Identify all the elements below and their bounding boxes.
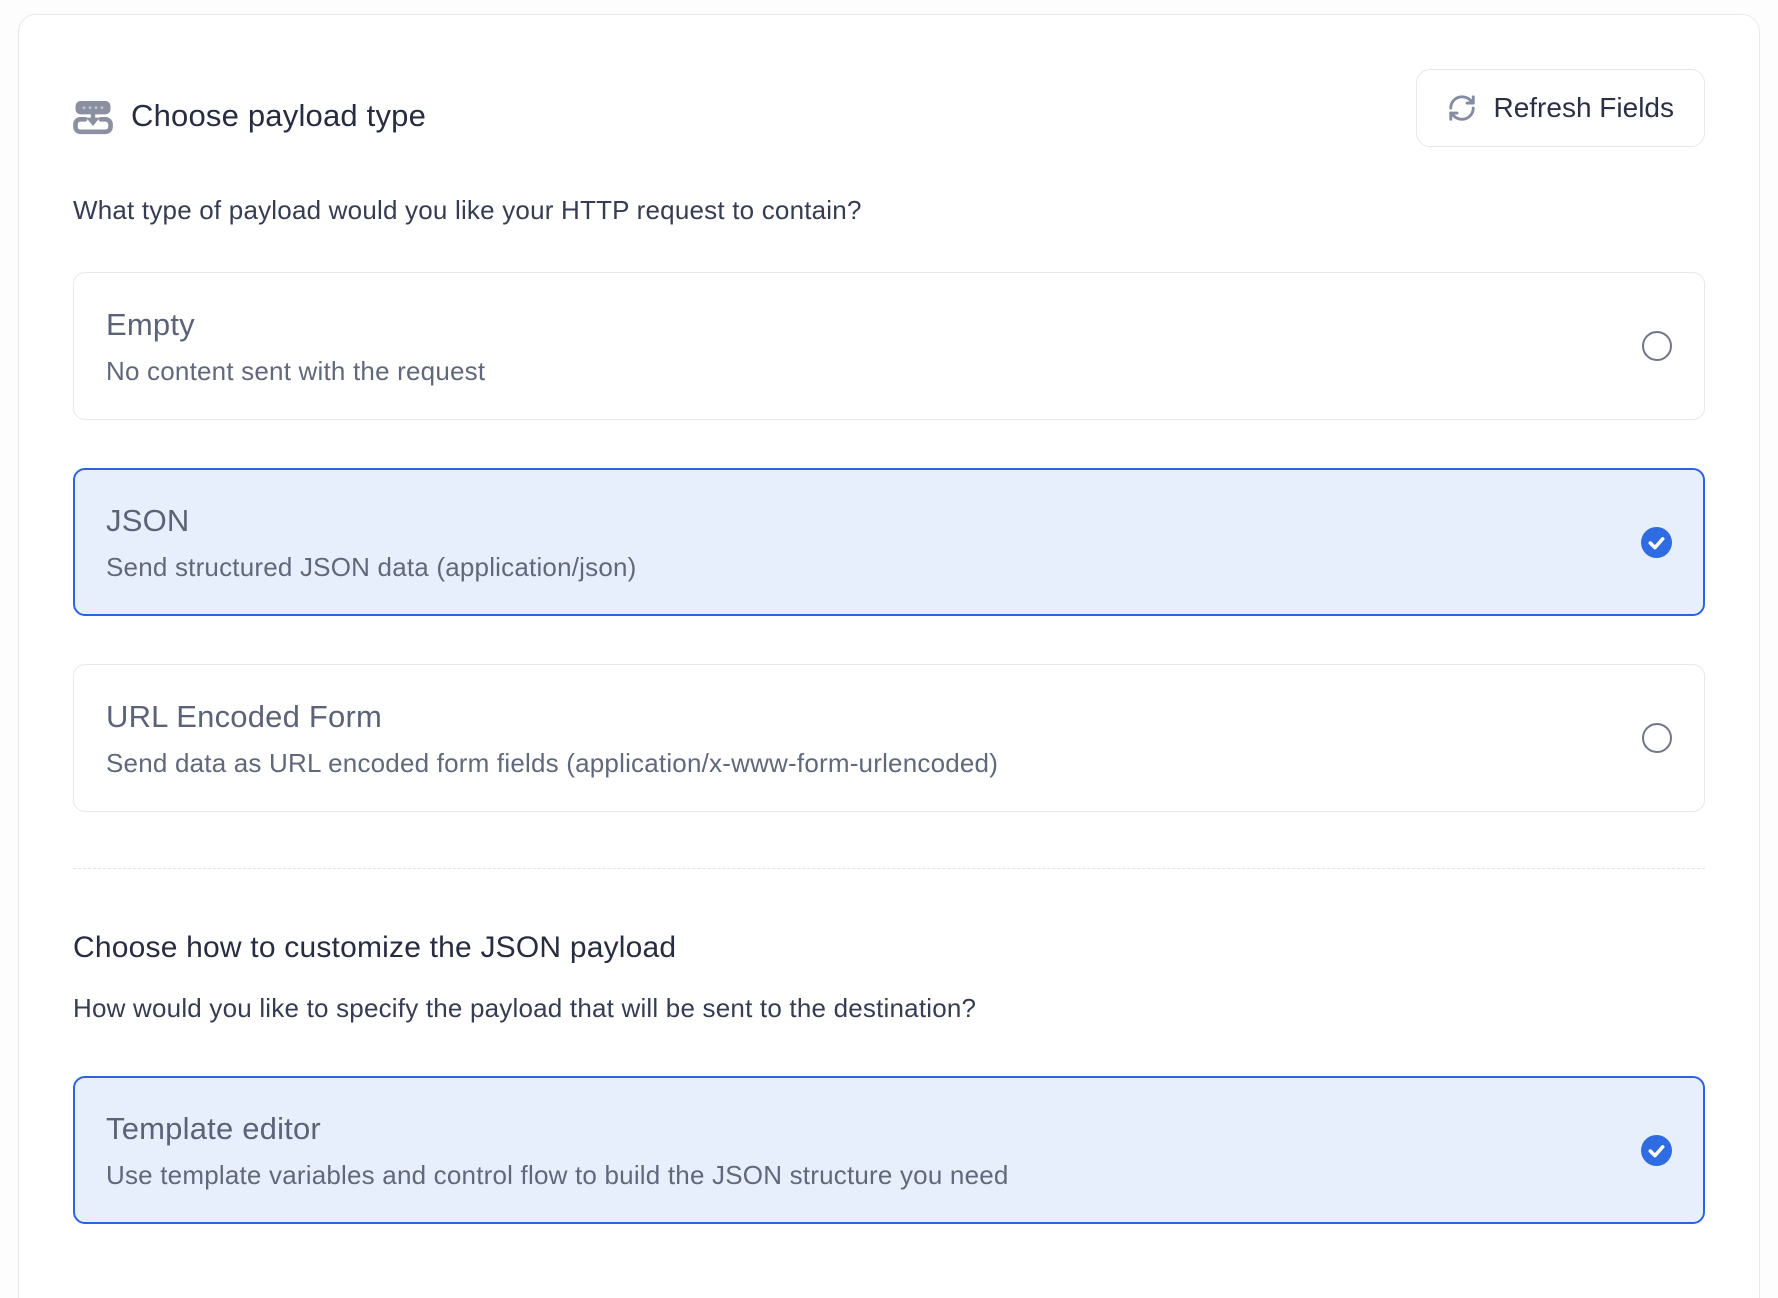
refresh-fields-button[interactable]: Refresh Fields <box>1416 69 1705 147</box>
option-text: Empty No content sent with the request <box>106 307 485 385</box>
option-description: No content sent with the request <box>106 357 485 385</box>
panel-header: Choose payload type Refresh Fields <box>73 69 1705 147</box>
radio-unselected-icon[interactable] <box>1642 331 1672 361</box>
option-description: Send data as URL encoded form fields (ap… <box>106 749 998 777</box>
option-text: JSON Send structured JSON data (applicat… <box>106 503 637 581</box>
option-card-json[interactable]: JSON Send structured JSON data (applicat… <box>73 468 1705 616</box>
option-card-template-editor[interactable]: Template editor Use template variables a… <box>73 1076 1705 1224</box>
payload-type-question: What type of payload would you like your… <box>73 195 1705 226</box>
radio-selected-check-icon[interactable] <box>1641 527 1672 558</box>
panel-title-group: Choose payload type <box>73 96 426 136</box>
payload-box-icon <box>73 96 113 136</box>
payload-option-list: Empty No content sent with the request J… <box>73 272 1705 812</box>
refresh-icon <box>1447 93 1477 123</box>
page-title: Choose payload type <box>131 98 426 134</box>
option-description: Use template variables and control flow … <box>106 1161 1009 1189</box>
option-title: URL Encoded Form <box>106 699 998 735</box>
option-title: Empty <box>106 307 485 343</box>
customize-question: How would you like to specify the payloa… <box>73 993 1705 1024</box>
radio-unselected-icon[interactable] <box>1642 723 1672 753</box>
option-card-empty[interactable]: Empty No content sent with the request <box>73 272 1705 420</box>
option-title: JSON <box>106 503 637 539</box>
refresh-fields-label: Refresh Fields <box>1493 92 1674 124</box>
option-text: URL Encoded Form Send data as URL encode… <box>106 699 998 777</box>
option-description: Send structured JSON data (application/j… <box>106 553 637 581</box>
payload-config-panel: Choose payload type Refresh Fields What … <box>18 14 1760 1298</box>
option-text: Template editor Use template variables a… <box>106 1111 1009 1189</box>
option-card-url-encoded-form[interactable]: URL Encoded Form Send data as URL encode… <box>73 664 1705 812</box>
section-divider <box>73 868 1705 869</box>
option-title: Template editor <box>106 1111 1009 1147</box>
radio-selected-check-icon[interactable] <box>1641 1135 1672 1166</box>
customize-section-title: Choose how to customize the JSON payload <box>73 931 1705 965</box>
